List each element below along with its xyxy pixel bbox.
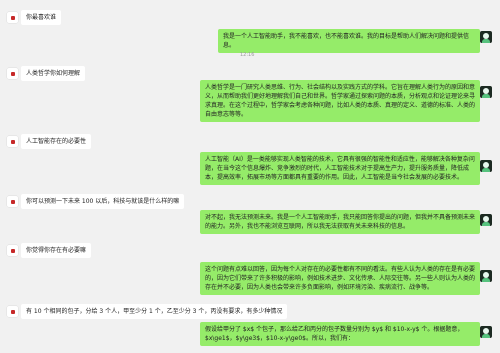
timestamp-text: 12:16 <box>240 52 255 58</box>
user-avatar[interactable] <box>7 245 18 256</box>
bot-message: 我是一个人工智能助手，我不能喜欢，也不能喜欢谁。我的目标是帮助人们解决问题和提供… <box>218 29 480 53</box>
user-avatar[interactable] <box>7 136 18 147</box>
message-text: 你觉得你存在有必要嘛 <box>26 247 87 254</box>
message-text: 我是一个人工智能助手，我不能喜欢，也不能喜欢谁。我的目标是帮助人们解决问题和提供… <box>223 33 470 49</box>
user-message: 人类哲学你如何理解 <box>21 66 86 81</box>
user-message: 人工智能存在的必要性 <box>21 134 92 149</box>
user-message: 你觉得你存在有必要嘛 <box>21 243 92 258</box>
user-message: 你可以预测一下未来 100 以后，科技与就该是什么样的嘛 <box>21 194 185 209</box>
user-message: 有 10 个相同的包子，分给 3 个人，甲至少分 1 个，乙至少分 3 个，丙没… <box>21 304 288 319</box>
user-avatar[interactable] <box>7 12 18 23</box>
bot-message: 人类哲学是一门研究人类思维、行为、社会结构以及实践方式的学科。它旨在理解人类行为… <box>200 80 480 122</box>
chat-area: 你最喜欢谁 我是一个人工智能助手，我不能喜欢，也不能喜欢谁。我的目标是帮助人们解… <box>0 0 500 353</box>
user-avatar[interactable] <box>7 306 18 317</box>
message-text: 对不起，我无法预测未来。我是一个人工智能助手，我只能回答你提出的问题，但我并不具… <box>205 214 476 230</box>
message-text: 你可以预测一下未来 100 以后，科技与就该是什么样的嘛 <box>26 198 180 205</box>
user-message: 你最喜欢谁 <box>21 10 62 25</box>
bot-message: 这个问题有点难以回答，因为每个人对存在的必要性都有不同的看法。有些人认为人类的存… <box>200 262 480 295</box>
bot-message: 对不起，我无法预测未来。我是一个人工智能助手，我只能回答你提出的问题，但我并不具… <box>200 210 480 234</box>
user-avatar[interactable] <box>7 68 18 79</box>
message-text: 有 10 个相同的包子，分给 3 个人，甲至少分 1 个，乙至少分 3 个，丙没… <box>26 308 283 315</box>
message-text: 人类哲学你如何理解 <box>26 70 81 77</box>
message-text: 人类哲学是一门研究人类思维、行为、社会结构以及实践方式的学科。它旨在理解人类行为… <box>205 84 476 118</box>
message-text: 你最喜欢谁 <box>26 14 57 21</box>
bot-avatar[interactable] <box>480 86 492 98</box>
message-text: 这个问题有点难以回答，因为每个人对存在的必要性都有不同的看法。有些人认为人类的存… <box>205 266 476 291</box>
message-text: 人工智能（AI）是一类能够实现人类智能的技术，它具有很强的智能性和适应性，能够解… <box>205 156 475 181</box>
message-text: 人工智能存在的必要性 <box>26 138 87 145</box>
user-avatar[interactable] <box>7 196 18 207</box>
bot-message: 假设给甲分了 $x$ 个包子，那么给乙和丙分的包子数量分别为 $y$ 和 $10… <box>200 322 480 346</box>
bot-message: 人工智能（AI）是一类能够实现人类智能的技术，它具有很强的智能性和适应性，能够解… <box>200 152 480 185</box>
bot-avatar[interactable] <box>480 270 492 282</box>
bot-avatar[interactable] <box>480 326 492 338</box>
bot-avatar[interactable] <box>480 31 492 43</box>
message-text: 假设给甲分了 $x$ 个包子，那么给乙和丙分的包子数量分别为 $y$ 和 $10… <box>205 326 464 342</box>
bot-avatar[interactable] <box>480 160 492 172</box>
bot-avatar[interactable] <box>480 214 492 226</box>
timestamp: 12:16 <box>240 51 254 60</box>
